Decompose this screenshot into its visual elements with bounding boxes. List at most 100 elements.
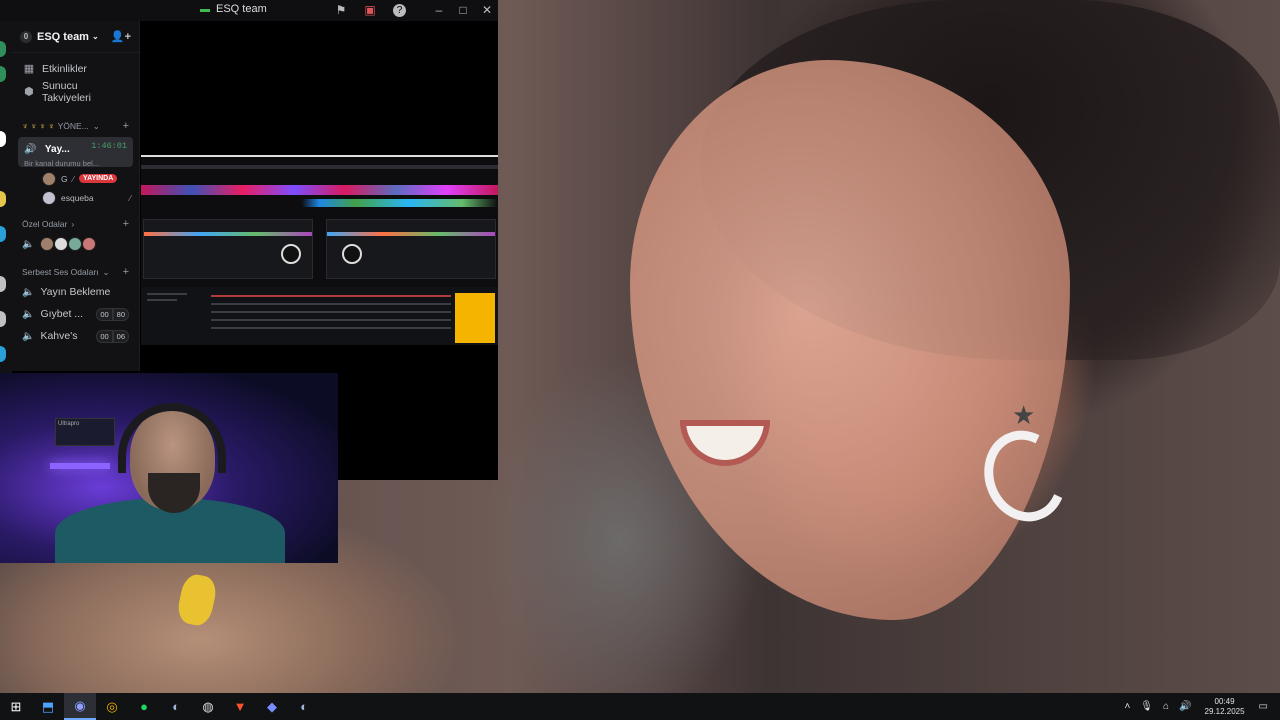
server-indicator[interactable] bbox=[0, 311, 6, 327]
library-row bbox=[211, 319, 451, 321]
dj-toolbar bbox=[141, 165, 498, 169]
category-free-voice-rooms[interactable]: Serbest Ses Odaları ⌄ + bbox=[12, 263, 139, 281]
library-tree-item bbox=[147, 293, 187, 295]
deck-a-overview bbox=[144, 232, 312, 236]
server-indicator[interactable] bbox=[0, 191, 6, 207]
server-badge: 0 bbox=[20, 30, 32, 43]
discord-icon[interactable]: ◉ bbox=[64, 693, 96, 720]
file-explorer-icon[interactable]: ⬒ bbox=[32, 693, 64, 720]
avatar bbox=[40, 237, 55, 251]
waveform-deck-b bbox=[141, 199, 498, 207]
voice-user-g[interactable]: G ⁄ YAYINDA bbox=[12, 169, 139, 188]
speaker-live-icon: 🔊 bbox=[24, 144, 37, 155]
category-admin[interactable]: ♆ ♆ ♆ ♆ YÖNE... ⌄ + bbox=[12, 117, 139, 135]
speaker-icon: 🔈 bbox=[22, 308, 35, 320]
library-row bbox=[211, 311, 451, 313]
volume-icon[interactable]: 🔊 bbox=[1179, 701, 1191, 712]
server-indicator[interactable] bbox=[0, 66, 6, 82]
clock[interactable]: 00:49 29.12.2025 bbox=[1205, 697, 1245, 717]
boost-icon: ⬢ bbox=[24, 86, 34, 98]
library-row bbox=[211, 295, 451, 297]
add-channel-icon[interactable]: + bbox=[123, 218, 129, 230]
server-indicator[interactable] bbox=[0, 276, 6, 292]
speaker-icon: 🔈 bbox=[22, 286, 35, 298]
webcam-overlay: Ultrapro bbox=[0, 373, 338, 563]
category-private-rooms[interactable]: Özel Odalar › + bbox=[12, 215, 139, 233]
nav-events[interactable]: ▦ Etkinlikler bbox=[12, 57, 139, 80]
notification-icon[interactable]: ▭ bbox=[1259, 701, 1268, 712]
jog-wheel-a[interactable] bbox=[281, 244, 301, 264]
deck-a[interactable] bbox=[143, 219, 313, 279]
track-library[interactable] bbox=[141, 287, 498, 345]
library-tree-item bbox=[147, 299, 177, 301]
user-counter: 00 06 bbox=[96, 329, 129, 343]
active-voice-channel[interactable]: 🔊 Yay... 1:46:01 Bir kanal durumu bel... bbox=[18, 137, 133, 168]
private-room-avatars[interactable]: 🔈 bbox=[12, 233, 139, 255]
star-earring-icon: ★ bbox=[1012, 400, 1036, 430]
obs-icon[interactable]: ◍ bbox=[192, 693, 224, 720]
video-hand-nail bbox=[175, 572, 219, 628]
brave-icon[interactable]: ▼ bbox=[224, 693, 256, 720]
avatar bbox=[68, 237, 83, 251]
chrome-icon[interactable]: ◎ bbox=[96, 693, 128, 720]
deck-b-overview bbox=[327, 232, 495, 236]
speaker-icon: 🔈 bbox=[22, 238, 35, 250]
microphone-icon[interactable]: 🎙 bbox=[1140, 701, 1153, 712]
start-icon[interactable]: ⊞ bbox=[0, 693, 32, 720]
server-indicator[interactable] bbox=[0, 131, 6, 147]
taskbar: ⊞ ⬒ ◉ ◎ ● ◐ ◍ ▼ ◆ ◐ ˄ 🎙 ⌂ 🔊 00:49 29.12.… bbox=[0, 693, 1280, 720]
deck-b[interactable] bbox=[326, 219, 496, 279]
system-tray: ˄ 🎙 ⌂ 🔊 00:49 29.12.2025 ▭ bbox=[1119, 693, 1280, 720]
nav-server-boosts[interactable]: ⬢ Sunucu Takviyeleri bbox=[12, 80, 139, 104]
close-icon[interactable]: ✕ bbox=[479, 2, 495, 18]
muted-icon: ⁄ bbox=[129, 192, 131, 203]
steam-icon[interactable]: ◐ bbox=[160, 693, 192, 720]
server-indicator[interactable] bbox=[0, 226, 6, 242]
window-title: ▬ ESQ team bbox=[200, 3, 267, 15]
jog-wheel-b[interactable] bbox=[342, 244, 362, 264]
voice-channel-yayin-bekleme[interactable]: 🔈 Yayın Bekleme bbox=[12, 281, 139, 303]
avatar bbox=[82, 237, 97, 251]
chevron-right-icon: › bbox=[71, 219, 75, 229]
add-channel-icon[interactable]: + bbox=[123, 266, 129, 278]
avatar bbox=[42, 171, 56, 186]
waveform-deck-a bbox=[141, 185, 498, 195]
user-counter: 00 80 bbox=[96, 307, 129, 321]
voice-channel-giybet[interactable]: 🔈 Gıybet ... 00 80 bbox=[12, 303, 139, 325]
minimize-icon[interactable]: – bbox=[431, 2, 447, 18]
help-icon[interactable]: ? bbox=[393, 4, 406, 17]
chevron-up-icon[interactable]: ˄ bbox=[1124, 701, 1130, 712]
channel-sidebar: 0 ESQ team ⌄ 👤+ ▦ Etkinlikler ⬢ Sunucu T… bbox=[12, 21, 140, 371]
server-indicator[interactable] bbox=[0, 346, 6, 362]
inbox-flag-icon[interactable]: ⚑ bbox=[333, 2, 349, 18]
server-header[interactable]: 0 ESQ team ⌄ 👤+ bbox=[12, 21, 139, 53]
steam-icon[interactable]: ◐ bbox=[288, 693, 320, 720]
voice-channel-kahves[interactable]: 🔈 Kahve's 00 06 bbox=[12, 325, 139, 347]
title-bar: ▬ ESQ team ⚑ ▣ ? – □ ✕ bbox=[0, 0, 498, 21]
server-name: ESQ team bbox=[37, 30, 89, 43]
maximize-icon[interactable]: □ bbox=[455, 2, 471, 18]
add-channel-icon[interactable]: + bbox=[123, 120, 129, 132]
chevron-down-icon: ⌄ bbox=[102, 266, 110, 277]
chevron-down-icon: ⌄ bbox=[92, 120, 100, 131]
library-row bbox=[211, 327, 451, 329]
server-indicator[interactable] bbox=[0, 41, 6, 57]
desktop: ★ ▬ ESQ team ⚑ ▣ ? – □ ✕ 0 ESQ team ⌄ 👤+… bbox=[0, 0, 1280, 720]
channel-status[interactable]: Bir kanal durumu bel... bbox=[24, 159, 127, 168]
app-icon[interactable]: ◆ bbox=[256, 693, 288, 720]
avatar bbox=[42, 190, 56, 205]
voice-user-esqueba[interactable]: esqueba ⁄ bbox=[12, 188, 139, 207]
add-member-icon[interactable]: 👤+ bbox=[111, 30, 131, 43]
library-row bbox=[211, 303, 451, 305]
spotify-icon[interactable]: ● bbox=[128, 693, 160, 720]
calendar-icon: ▦ bbox=[23, 63, 35, 75]
live-badge: YAYINDA bbox=[79, 174, 118, 183]
stream-view[interactable] bbox=[141, 155, 498, 345]
network-icon[interactable]: ⌂ bbox=[1163, 701, 1169, 712]
headset-icon bbox=[118, 403, 226, 473]
upgrade-promo[interactable] bbox=[455, 293, 495, 343]
led-strip bbox=[50, 463, 110, 469]
channel-timer: 1:46:01 bbox=[91, 141, 127, 151]
video-face bbox=[630, 60, 1070, 620]
screen-share-icon[interactable]: ▣ bbox=[362, 2, 378, 18]
